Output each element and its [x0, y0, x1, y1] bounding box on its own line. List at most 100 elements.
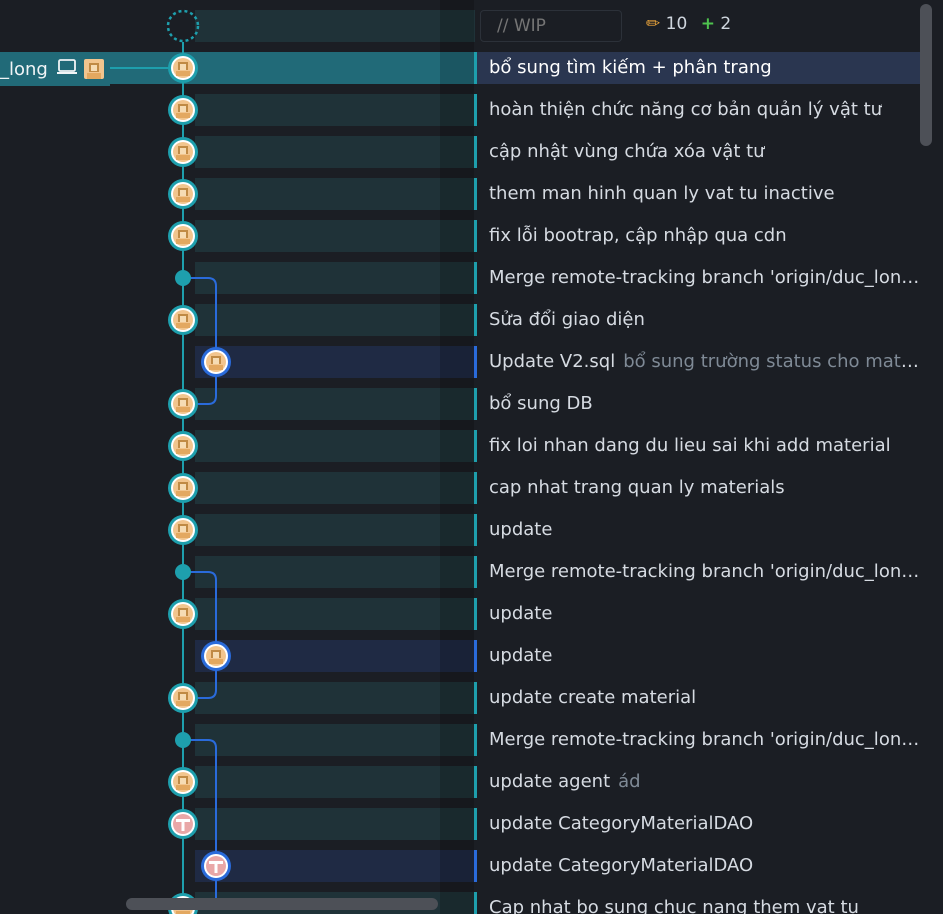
commit-row[interactable]: update	[474, 514, 922, 546]
avatar-body	[176, 701, 190, 706]
lane-color-bar	[474, 52, 477, 84]
commit-message: Update V2.sql	[489, 351, 616, 372]
avatar-body	[176, 323, 190, 328]
commit-message: Cap nhat bo sung chuc nang them vat tu	[489, 897, 859, 914]
commit-row[interactable]: bổ sung DB	[474, 388, 922, 420]
avatar-face	[180, 148, 186, 154]
avatar-face	[180, 232, 186, 238]
horizontal-scrollbar[interactable]	[126, 898, 438, 910]
avatar-face	[180, 316, 186, 322]
commit-row[interactable]: update create material	[474, 682, 922, 714]
lane-color-bar	[474, 430, 477, 462]
avatar-body	[176, 239, 190, 244]
lane-color-bar	[474, 472, 477, 504]
vertical-scrollbar[interactable]	[920, 4, 932, 146]
lane-color-bar	[474, 682, 477, 714]
lane-color-bar	[474, 556, 477, 588]
commit-row[interactable]: Cap nhat bo sung chuc nang them vat tu	[474, 892, 922, 914]
commit-graph-panel: _long ✏ 10 + 2 bổ sung tìm kiếm + phân t…	[0, 0, 943, 914]
commit-row[interactable]: bổ sung tìm kiếm + phân trang	[474, 52, 922, 84]
commit-message-container: Sửa đổi giao diện	[489, 304, 645, 336]
avatar-body	[176, 491, 190, 496]
commit-message-container: update	[489, 514, 552, 546]
commit-row[interactable]: cap nhat trang quan ly materials	[474, 472, 922, 504]
commit-message: update CategoryMaterialDAO	[489, 855, 754, 876]
commit-message-container: cập nhật vùng chứa xóa vật tư	[489, 136, 765, 168]
lane-color-bar	[474, 136, 477, 168]
commit-row[interactable]: update agent ád	[474, 766, 922, 798]
avatar-body	[176, 785, 190, 790]
avatar-body	[176, 155, 190, 160]
avatar-body	[176, 617, 190, 622]
avatar-body	[209, 659, 223, 664]
merge-commit-dot	[175, 270, 191, 286]
avatar-face	[180, 694, 186, 700]
commit-message: bổ sung DB	[489, 393, 593, 414]
avatar-face	[180, 400, 186, 406]
commit-message-container: cap nhat trang quan ly materials	[489, 472, 785, 504]
commit-row[interactable]: update CategoryMaterialDAO	[474, 808, 922, 840]
lane-color-bar	[474, 892, 477, 914]
commit-message: bổ sung tìm kiếm + phân trang	[489, 57, 772, 78]
lane-color-bar	[474, 220, 477, 252]
commit-message-container: Merge remote-tracking branch 'origin/duc…	[489, 556, 923, 588]
commit-message: update CategoryMaterialDAO	[489, 813, 754, 834]
commit-row[interactable]: hoàn thiện chức năng cơ bản quản lý vật …	[474, 94, 922, 126]
lane-color-bar	[474, 304, 477, 336]
commit-message-container: Merge remote-tracking branch 'origin/duc…	[489, 262, 923, 294]
avatar-body	[209, 365, 223, 370]
commit-message: cap nhat trang quan ly materials	[489, 477, 785, 498]
commit-row[interactable]: Sửa đổi giao diện	[474, 304, 922, 336]
lane-color-bar	[474, 262, 477, 294]
commit-message-container: Merge remote-tracking branch 'origin/duc…	[489, 724, 923, 756]
avatar-face	[180, 778, 186, 784]
commit-message-container: bổ sung DB	[489, 388, 593, 420]
commit-message: fix loi nhan dang du lieu sai khi add ma…	[489, 435, 891, 456]
commit-description: bổ sung trường status cho material	[623, 351, 923, 372]
commit-row[interactable]: Update V2.sql bổ sung trường status cho m…	[474, 346, 923, 378]
lane-color-bar	[474, 346, 477, 378]
wip-node	[166, 9, 200, 43]
commit-message-container: update	[489, 598, 552, 630]
avatar-body	[176, 449, 190, 454]
commit-message: Merge remote-tracking branch 'origin/duc…	[489, 561, 923, 582]
commit-message-container: Update V2.sql bổ sung trường status cho m…	[489, 346, 923, 378]
avatar-body	[176, 71, 190, 76]
commit-row[interactable]: Merge remote-tracking branch 'origin/duc…	[474, 724, 923, 756]
commit-row[interactable]: them man hinh quan ly vat tu inactive	[474, 178, 922, 210]
commit-description: ád	[618, 771, 641, 792]
commit-message: hoàn thiện chức năng cơ bản quản lý vật …	[489, 99, 883, 120]
commit-row[interactable]: cập nhật vùng chứa xóa vật tư	[474, 136, 922, 168]
lane-color-bar	[474, 514, 477, 546]
avatar-letter-stem	[181, 819, 185, 831]
commit-message-container: update CategoryMaterialDAO	[489, 850, 753, 882]
commit-row[interactable]: fix loi nhan dang du lieu sai khi add ma…	[474, 430, 922, 462]
commit-message: fix lỗi bootrap, cập nhập qua cdn	[489, 225, 787, 246]
avatar-body	[176, 113, 190, 118]
avatar-letter-stem	[214, 861, 218, 873]
commit-row[interactable]: Merge remote-tracking branch 'origin/duc…	[474, 262, 923, 294]
commit-message-container: hoàn thiện chức năng cơ bản quản lý vật …	[489, 94, 882, 126]
commit-message-container: bổ sung tìm kiếm + phân trang	[489, 52, 772, 84]
avatar-face	[180, 610, 186, 616]
commit-message: update	[489, 603, 553, 624]
commit-message: Sửa đổi giao diện	[489, 309, 645, 330]
lane-color-bar	[474, 388, 477, 420]
avatar-face	[180, 190, 186, 196]
commit-message: Merge remote-tracking branch 'origin/duc…	[489, 729, 923, 750]
commit-row[interactable]: Merge remote-tracking branch 'origin/duc…	[474, 556, 923, 588]
commit-message: update	[489, 645, 553, 666]
lane-color-bar	[474, 850, 477, 882]
commit-message-container: fix lỗi bootrap, cập nhập qua cdn	[489, 220, 787, 252]
merge-commit-dot	[175, 732, 191, 748]
commit-row[interactable]: fix lỗi bootrap, cập nhập qua cdn	[474, 220, 922, 252]
lane-color-bar	[474, 808, 477, 840]
commit-message: update agent	[489, 771, 611, 792]
commit-row[interactable]: update	[474, 640, 922, 672]
commit-row[interactable]: update	[474, 598, 922, 630]
avatar-body	[176, 407, 190, 412]
commit-message-container: Cap nhat bo sung chuc nang them vat tu	[489, 892, 859, 914]
avatar-face	[180, 484, 186, 490]
commit-row[interactable]: update CategoryMaterialDAO	[474, 850, 922, 882]
lane-color-bar	[474, 766, 477, 798]
